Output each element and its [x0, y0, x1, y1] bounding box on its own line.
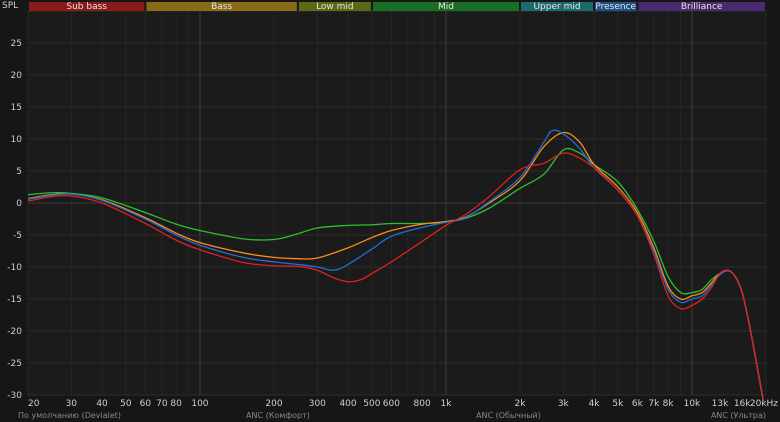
x-tick-label: 2k [515, 399, 527, 409]
frequency-band-label: Sub bass [66, 2, 107, 12]
x-tick-label: 4k [589, 399, 601, 409]
y-tick-label: 25 [11, 39, 22, 49]
x-tick-label: 1k [440, 399, 452, 409]
y-tick-label: -15 [7, 295, 22, 305]
frequency-band-label: Low mid [316, 2, 354, 12]
x-tick-label: 600 [383, 399, 400, 409]
x-tick-label: 20 [28, 399, 40, 409]
x-tick-label: 30 [66, 399, 78, 409]
y-tick-label: 20 [11, 71, 23, 81]
legend-entry: ANC (Ультра) [711, 411, 766, 420]
frequency-response-chart: 25 20 15 10 5 0 -5 -10 -15 -20 -25 -30 20 30 40 50 60 70 8… [0, 0, 780, 422]
x-tick-label: 8k [663, 399, 675, 409]
x-tick-label: 500 [363, 399, 380, 409]
y-tick-label: -20 [7, 327, 22, 337]
y-tick-label: 0 [16, 199, 22, 209]
chart-svg: 2520151050-5-10-15-20-25-3020 30 40 50 60 70 8… [2, 1, 778, 420]
legend-entry: ANC (Обычный) [476, 411, 541, 420]
frequency-band-label: Bass [211, 2, 232, 12]
x-tick-label: 40 [96, 399, 108, 409]
x-tick-label: 80 [170, 399, 182, 409]
y-axis-label: SPL [2, 1, 18, 11]
x-tick-label: 70 [156, 399, 168, 409]
y-tick-label: -5 [13, 231, 22, 241]
x-tick-label: 13k [712, 399, 729, 409]
frequency-band-label: Brilliance [681, 2, 723, 12]
x-tick-label: 20kHz [750, 399, 778, 409]
frequency-band-label: Upper mid [533, 2, 580, 12]
x-tick-label: 400 [339, 399, 356, 409]
y-tick-label: -30 [7, 391, 22, 401]
x-tick-label: 800 [414, 399, 431, 409]
x-tick-label: 7k [648, 399, 660, 409]
y-tick-label: 10 [11, 135, 23, 145]
legend-entry: ANC (Комфорт) [246, 411, 310, 420]
x-tick-label: 200 [265, 399, 282, 409]
y-tick-label: 5 [16, 167, 22, 177]
y-tick-label: -25 [7, 359, 22, 369]
frequency-band-label: Mid [438, 2, 454, 12]
x-tick-label: 10k [684, 399, 701, 409]
x-tick-label: 50 [120, 399, 132, 409]
x-tick-label: 16k [734, 399, 751, 409]
x-tick-label: 6k [632, 399, 644, 409]
x-tick-label: 100 [191, 399, 208, 409]
x-tick-label: 300 [309, 399, 326, 409]
x-tick-label: 5k [612, 399, 624, 409]
y-tick-label: 15 [11, 103, 22, 113]
y-tick-label: -10 [7, 263, 22, 273]
x-tick-label: 60 [140, 399, 152, 409]
legend-entry: По умолчанию (Devialet) [18, 411, 121, 420]
frequency-band-label: Presence [595, 2, 636, 12]
x-tick-label: 3k [558, 399, 570, 409]
